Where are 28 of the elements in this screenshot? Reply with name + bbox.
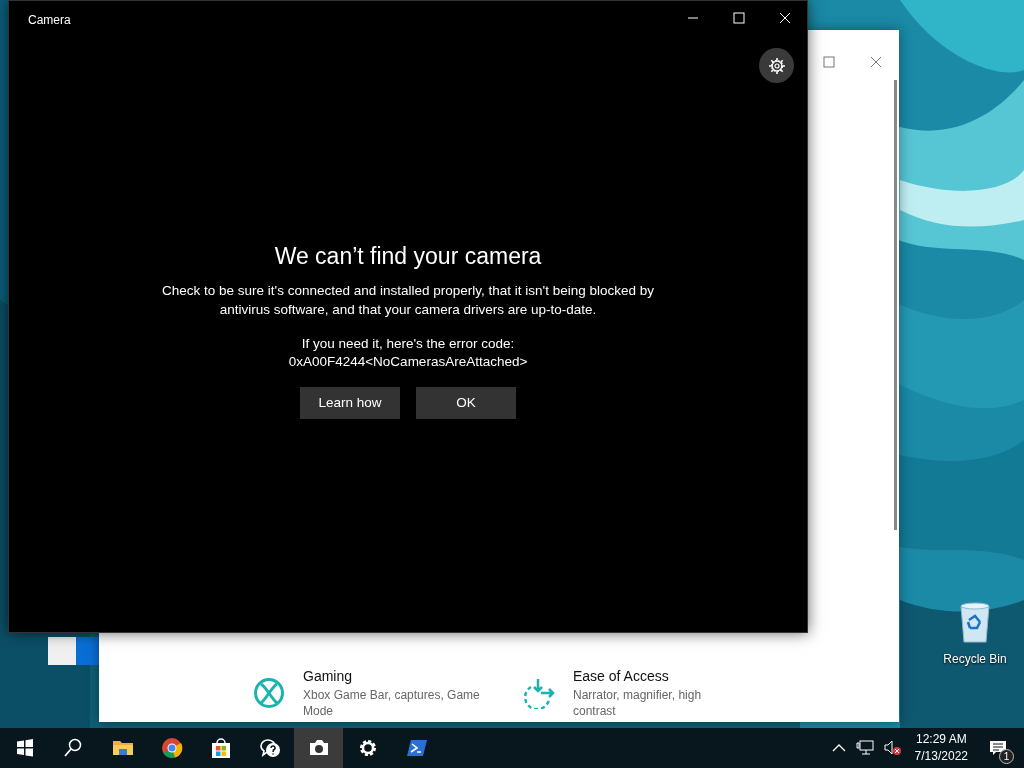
- recycle-bin-label[interactable]: Recycle Bin: [943, 650, 1007, 668]
- error-code: 0xA00F4244<NoCamerasAreAttached>: [288, 353, 528, 371]
- tile-description: Xbox Game Bar, captures, Game Mode: [303, 687, 481, 719]
- notification-badge: 1: [999, 749, 1014, 764]
- error-code-label: If you need it, here's the error code:: [300, 335, 516, 353]
- clock[interactable]: 12:29 AM 7/13/2022: [908, 731, 974, 765]
- dialog-button[interactable]: OK: [416, 387, 516, 419]
- settings-button[interactable]: [759, 48, 794, 83]
- error-message: Check to be sure it's connected and installed properly, that it isn't being blocked by antivirus software, and that your camera drivers are up-to-date.: [161, 282, 655, 319]
- shopping-bag-icon: [209, 737, 232, 759]
- tile-description: Narrator, magnifier, high contrast: [573, 687, 703, 719]
- xbox-icon: [253, 677, 285, 709]
- chevron-up-icon[interactable]: [831, 743, 846, 753]
- error-heading: We can’t find your camera: [274, 242, 542, 271]
- window-title: Camera: [28, 12, 71, 29]
- volume-muted-icon[interactable]: [883, 740, 902, 756]
- settings-icon: [767, 56, 786, 75]
- browser-icon: [160, 737, 183, 759]
- network-icon[interactable]: [855, 740, 874, 756]
- tile-title[interactable]: Ease of Access: [573, 667, 713, 685]
- accessibility-icon: [523, 677, 555, 709]
- dialog-button[interactable]: Learn how: [300, 387, 400, 419]
- scrollbar[interactable]: [894, 80, 897, 530]
- taskbar-button[interactable]: [294, 728, 343, 768]
- terminal-icon: [405, 737, 428, 759]
- help-chat-icon: [258, 737, 281, 759]
- tile-fragment: [76, 637, 99, 665]
- tile-title[interactable]: Gaming: [303, 667, 483, 685]
